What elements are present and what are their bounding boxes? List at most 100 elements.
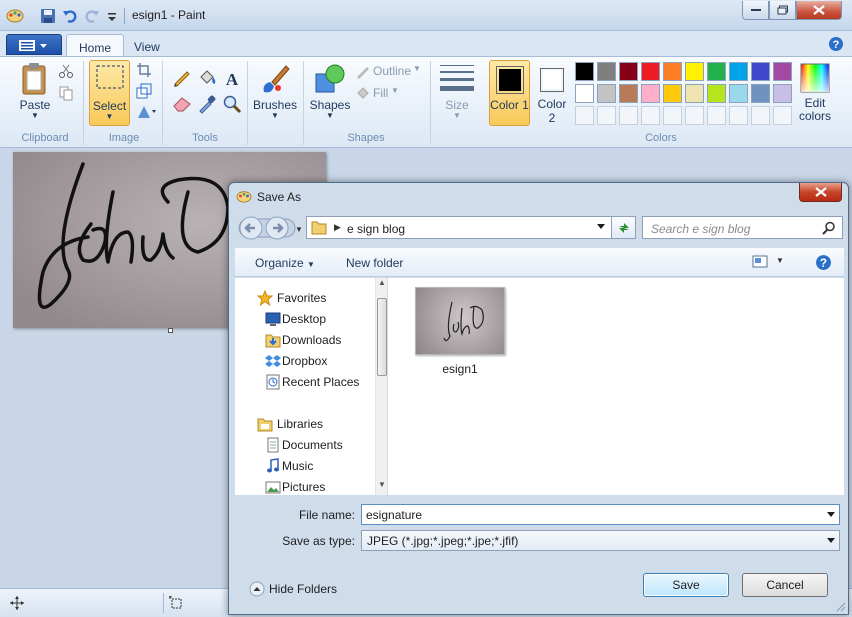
scroll-thumb[interactable] bbox=[377, 298, 387, 376]
outline-button[interactable]: Outline bbox=[373, 64, 411, 78]
custom-color-slot[interactable] bbox=[773, 106, 792, 125]
pencil-button[interactable] bbox=[171, 68, 193, 88]
nav-music[interactable]: Music bbox=[235, 456, 373, 476]
hide-folders-button[interactable]: Hide Folders bbox=[249, 579, 359, 599]
palette-color-swatch[interactable] bbox=[597, 84, 616, 103]
cut-icon[interactable] bbox=[58, 63, 74, 79]
file-name-input[interactable] bbox=[362, 505, 822, 524]
palette-color-swatch[interactable] bbox=[707, 84, 726, 103]
resize-grip-icon[interactable] bbox=[834, 600, 846, 612]
address-bar[interactable]: ▶ e sign blog bbox=[306, 216, 636, 239]
palette-color-swatch[interactable] bbox=[619, 84, 638, 103]
paste-dropdown-arrow[interactable]: ▼ bbox=[14, 111, 56, 120]
scroll-up-arrow[interactable]: ▲ bbox=[377, 278, 387, 292]
customize-quick-access-icon[interactable] bbox=[104, 8, 120, 24]
magnifier-button[interactable] bbox=[221, 94, 243, 114]
color2-button[interactable]: Color 2 bbox=[533, 60, 571, 126]
tab-view[interactable]: View bbox=[122, 34, 172, 57]
custom-color-slot[interactable] bbox=[707, 106, 726, 125]
size-dropdown-arrow[interactable]: ▼ bbox=[435, 111, 479, 120]
help-icon[interactable]: ? bbox=[815, 254, 832, 271]
palette-color-swatch[interactable] bbox=[773, 62, 792, 81]
search-box[interactable]: Search e sign blog bbox=[642, 216, 843, 239]
custom-color-slot[interactable] bbox=[685, 106, 704, 125]
palette-color-swatch[interactable] bbox=[773, 84, 792, 103]
palette-color-swatch[interactable] bbox=[707, 62, 726, 81]
eraser-button[interactable] bbox=[171, 94, 193, 114]
custom-color-slot[interactable] bbox=[663, 106, 682, 125]
nav-libraries[interactable]: Libraries bbox=[235, 414, 373, 434]
palette-color-swatch[interactable] bbox=[729, 62, 748, 81]
palette-color-swatch[interactable] bbox=[663, 62, 682, 81]
outline-dropdown-arrow[interactable]: ▼ bbox=[413, 64, 421, 73]
redo-icon[interactable] bbox=[84, 8, 100, 24]
organize-button[interactable]: Organize ▼ bbox=[255, 256, 315, 270]
resize-icon[interactable] bbox=[136, 83, 152, 99]
palette-color-swatch[interactable] bbox=[597, 62, 616, 81]
save-as-type-select[interactable]: JPEG (*.jpg;*.jpeg;*.jpe;*.jfif) bbox=[361, 530, 840, 551]
refresh-button[interactable] bbox=[611, 216, 636, 239]
minimize-button[interactable] bbox=[742, 1, 769, 20]
application-menu-button[interactable] bbox=[6, 34, 62, 55]
shapes-dropdown-arrow[interactable]: ▼ bbox=[306, 111, 354, 120]
nav-favorites[interactable]: Favorites bbox=[235, 288, 373, 308]
custom-color-slot[interactable] bbox=[641, 106, 660, 125]
nav-pictures[interactable]: Pictures bbox=[235, 477, 373, 497]
palette-color-swatch[interactable] bbox=[641, 84, 660, 103]
back-button[interactable] bbox=[237, 218, 261, 242]
new-folder-button[interactable]: New folder bbox=[346, 256, 403, 270]
palette-color-swatch[interactable] bbox=[751, 62, 770, 81]
custom-color-slot[interactable] bbox=[575, 106, 594, 125]
custom-color-slot[interactable] bbox=[751, 106, 770, 125]
nav-scrollbar[interactable]: ▲ ▼ bbox=[375, 278, 387, 495]
breadcrumb-chevron-icon[interactable]: ▶ bbox=[334, 222, 341, 233]
nav-recent-places[interactable]: Recent Places bbox=[235, 372, 373, 392]
color-picker-button[interactable] bbox=[196, 94, 218, 114]
save-icon[interactable] bbox=[40, 8, 56, 24]
edit-colors-button[interactable]: Edit colors bbox=[796, 61, 834, 127]
view-dropdown-arrow[interactable]: ▼ bbox=[776, 256, 784, 265]
brushes-button[interactable]: Brushes bbox=[251, 98, 299, 112]
palette-color-swatch[interactable] bbox=[729, 84, 748, 103]
save-button[interactable]: Save bbox=[643, 573, 729, 597]
file-name-field[interactable] bbox=[361, 504, 840, 525]
resize-handle[interactable] bbox=[168, 328, 173, 333]
custom-color-slot[interactable] bbox=[597, 106, 616, 125]
paste-button[interactable]: Paste bbox=[14, 98, 56, 112]
palette-color-swatch[interactable] bbox=[575, 62, 594, 81]
palette-color-swatch[interactable] bbox=[751, 84, 770, 103]
palette-color-swatch[interactable] bbox=[685, 84, 704, 103]
fill-button[interactable] bbox=[196, 68, 218, 88]
paint-app-icon[interactable] bbox=[6, 7, 24, 23]
size-button[interactable]: Size bbox=[435, 98, 479, 112]
file-name-dropdown-arrow[interactable] bbox=[827, 512, 835, 517]
palette-color-swatch[interactable] bbox=[619, 62, 638, 81]
brushes-dropdown-arrow[interactable]: ▼ bbox=[251, 111, 299, 120]
dialog-close-button[interactable] bbox=[799, 183, 842, 202]
fill-shape-button[interactable]: Fill bbox=[373, 86, 388, 100]
select-button[interactable]: Select ▼ bbox=[89, 60, 130, 126]
scroll-down-arrow[interactable]: ▼ bbox=[377, 480, 387, 494]
file-item[interactable]: esign1 bbox=[409, 286, 505, 378]
address-dropdown-arrow[interactable] bbox=[597, 224, 605, 229]
shapes-button[interactable]: Shapes bbox=[306, 98, 354, 112]
window-close-button[interactable] bbox=[796, 1, 842, 20]
custom-color-slot[interactable] bbox=[619, 106, 638, 125]
rotate-icon[interactable] bbox=[136, 104, 158, 120]
palette-color-swatch[interactable] bbox=[685, 62, 704, 81]
palette-color-swatch[interactable] bbox=[641, 62, 660, 81]
undo-icon[interactable] bbox=[62, 8, 78, 24]
maximize-button[interactable] bbox=[769, 1, 796, 20]
crop-icon[interactable] bbox=[136, 62, 152, 78]
paste-icon[interactable] bbox=[20, 62, 50, 96]
size-icon[interactable] bbox=[440, 63, 474, 93]
nav-downloads[interactable]: Downloads bbox=[235, 330, 373, 350]
text-button[interactable]: A bbox=[221, 68, 243, 89]
brushes-icon[interactable] bbox=[258, 62, 292, 96]
cancel-button[interactable]: Cancel bbox=[742, 573, 828, 597]
palette-color-swatch[interactable] bbox=[663, 84, 682, 103]
palette-color-swatch[interactable] bbox=[575, 84, 594, 103]
forward-button[interactable] bbox=[265, 218, 289, 242]
nav-dropbox[interactable]: Dropbox bbox=[235, 351, 373, 371]
color1-button[interactable]: Color 1 bbox=[489, 60, 530, 126]
